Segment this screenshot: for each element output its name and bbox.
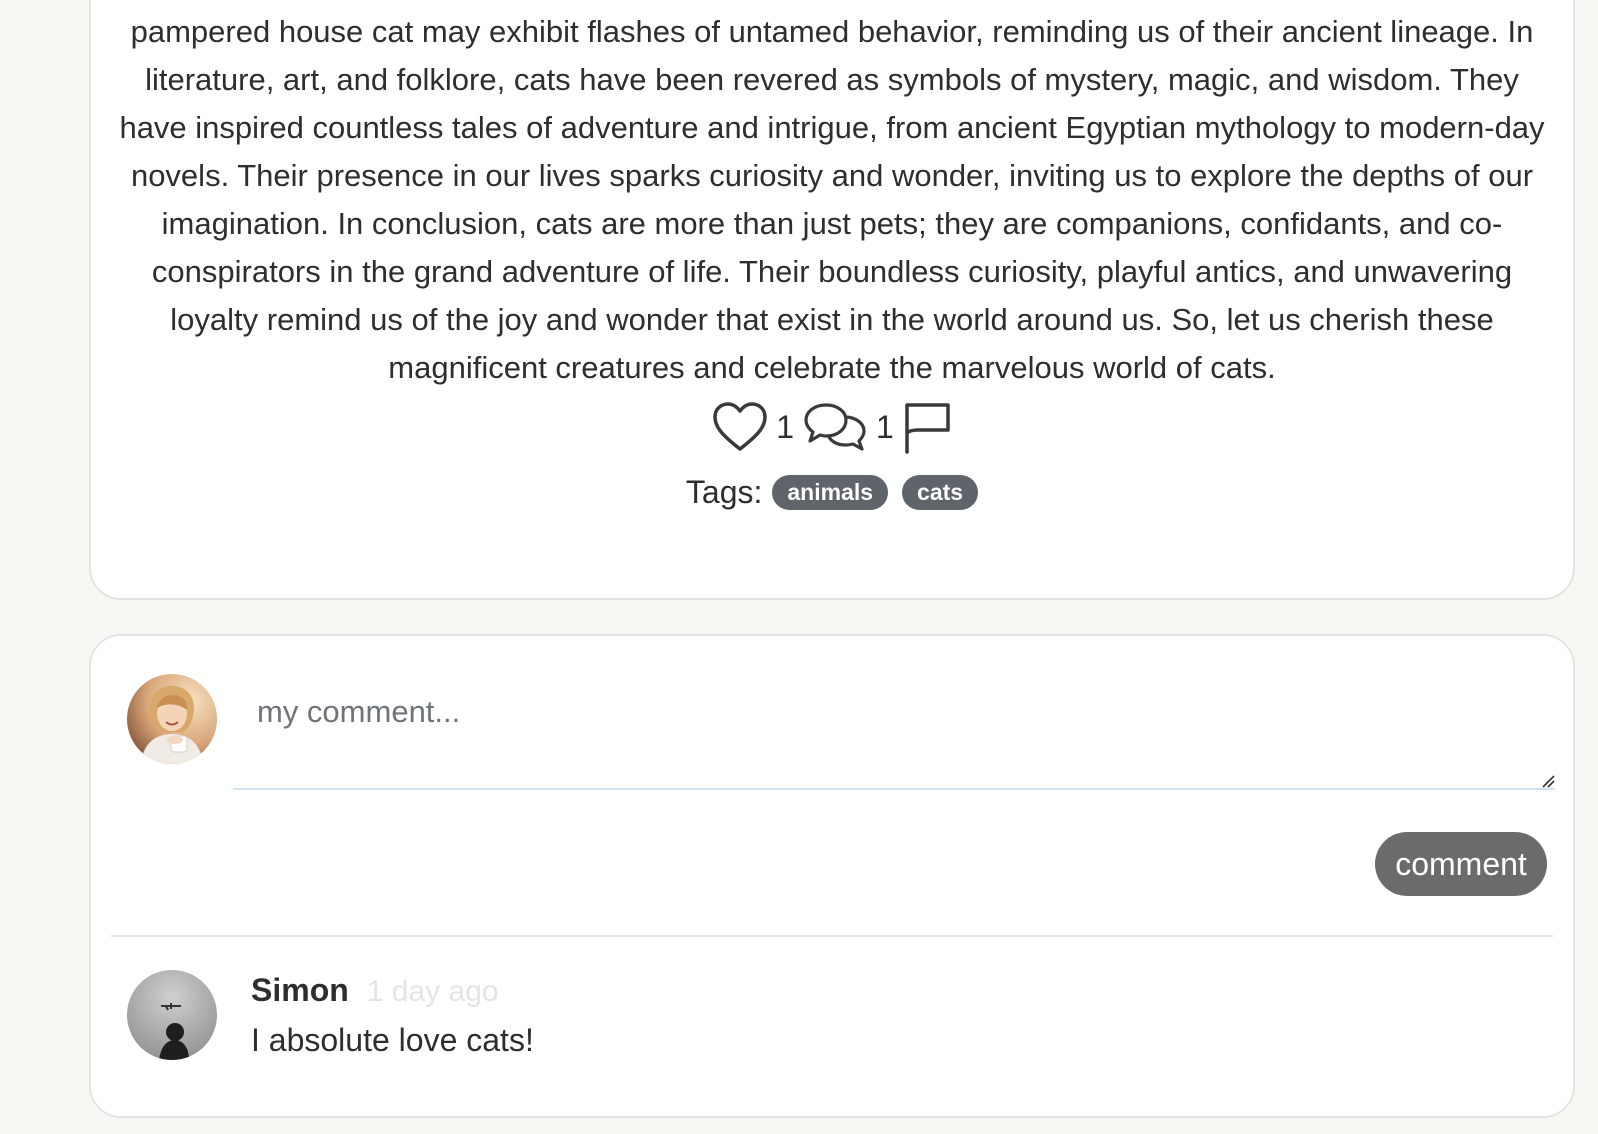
post-body: pampered house cat may exhibit flashes o… — [119, 14, 1545, 385]
like-count: 1 — [776, 408, 794, 445]
comment-author[interactable]: Simon — [251, 972, 349, 1009]
resize-handle-icon[interactable] — [1541, 774, 1555, 788]
comment-section: comment Simon 1 day ago I absolute love … — [89, 634, 1575, 1118]
speech-bubbles-icon[interactable] — [802, 401, 868, 453]
tag-cats[interactable]: cats — [902, 475, 979, 510]
heart-icon[interactable] — [712, 401, 768, 453]
comment-timestamp: 1 day ago — [366, 975, 499, 1008]
divider — [111, 935, 1553, 937]
tags-label: Tags: — [685, 474, 763, 510]
comment-submit-button[interactable]: comment — [1375, 832, 1547, 896]
commenter-avatar[interactable] — [127, 970, 217, 1060]
tag-list: Tags: animals cats — [91, 474, 1573, 511]
post-card: pampered house cat may exhibit flashes o… — [89, 0, 1575, 600]
comment-text: I absolute love cats! — [251, 1022, 534, 1058]
user-avatar[interactable] — [127, 674, 217, 764]
comment-meta: Simon 1 day ago — [251, 972, 499, 1009]
post-actions: 1 1 — [91, 400, 1573, 454]
comment-input[interactable] — [233, 666, 1555, 790]
comment-count: 1 — [876, 408, 894, 445]
flag-icon[interactable] — [902, 400, 952, 454]
tag-animals[interactable]: animals — [772, 475, 889, 510]
